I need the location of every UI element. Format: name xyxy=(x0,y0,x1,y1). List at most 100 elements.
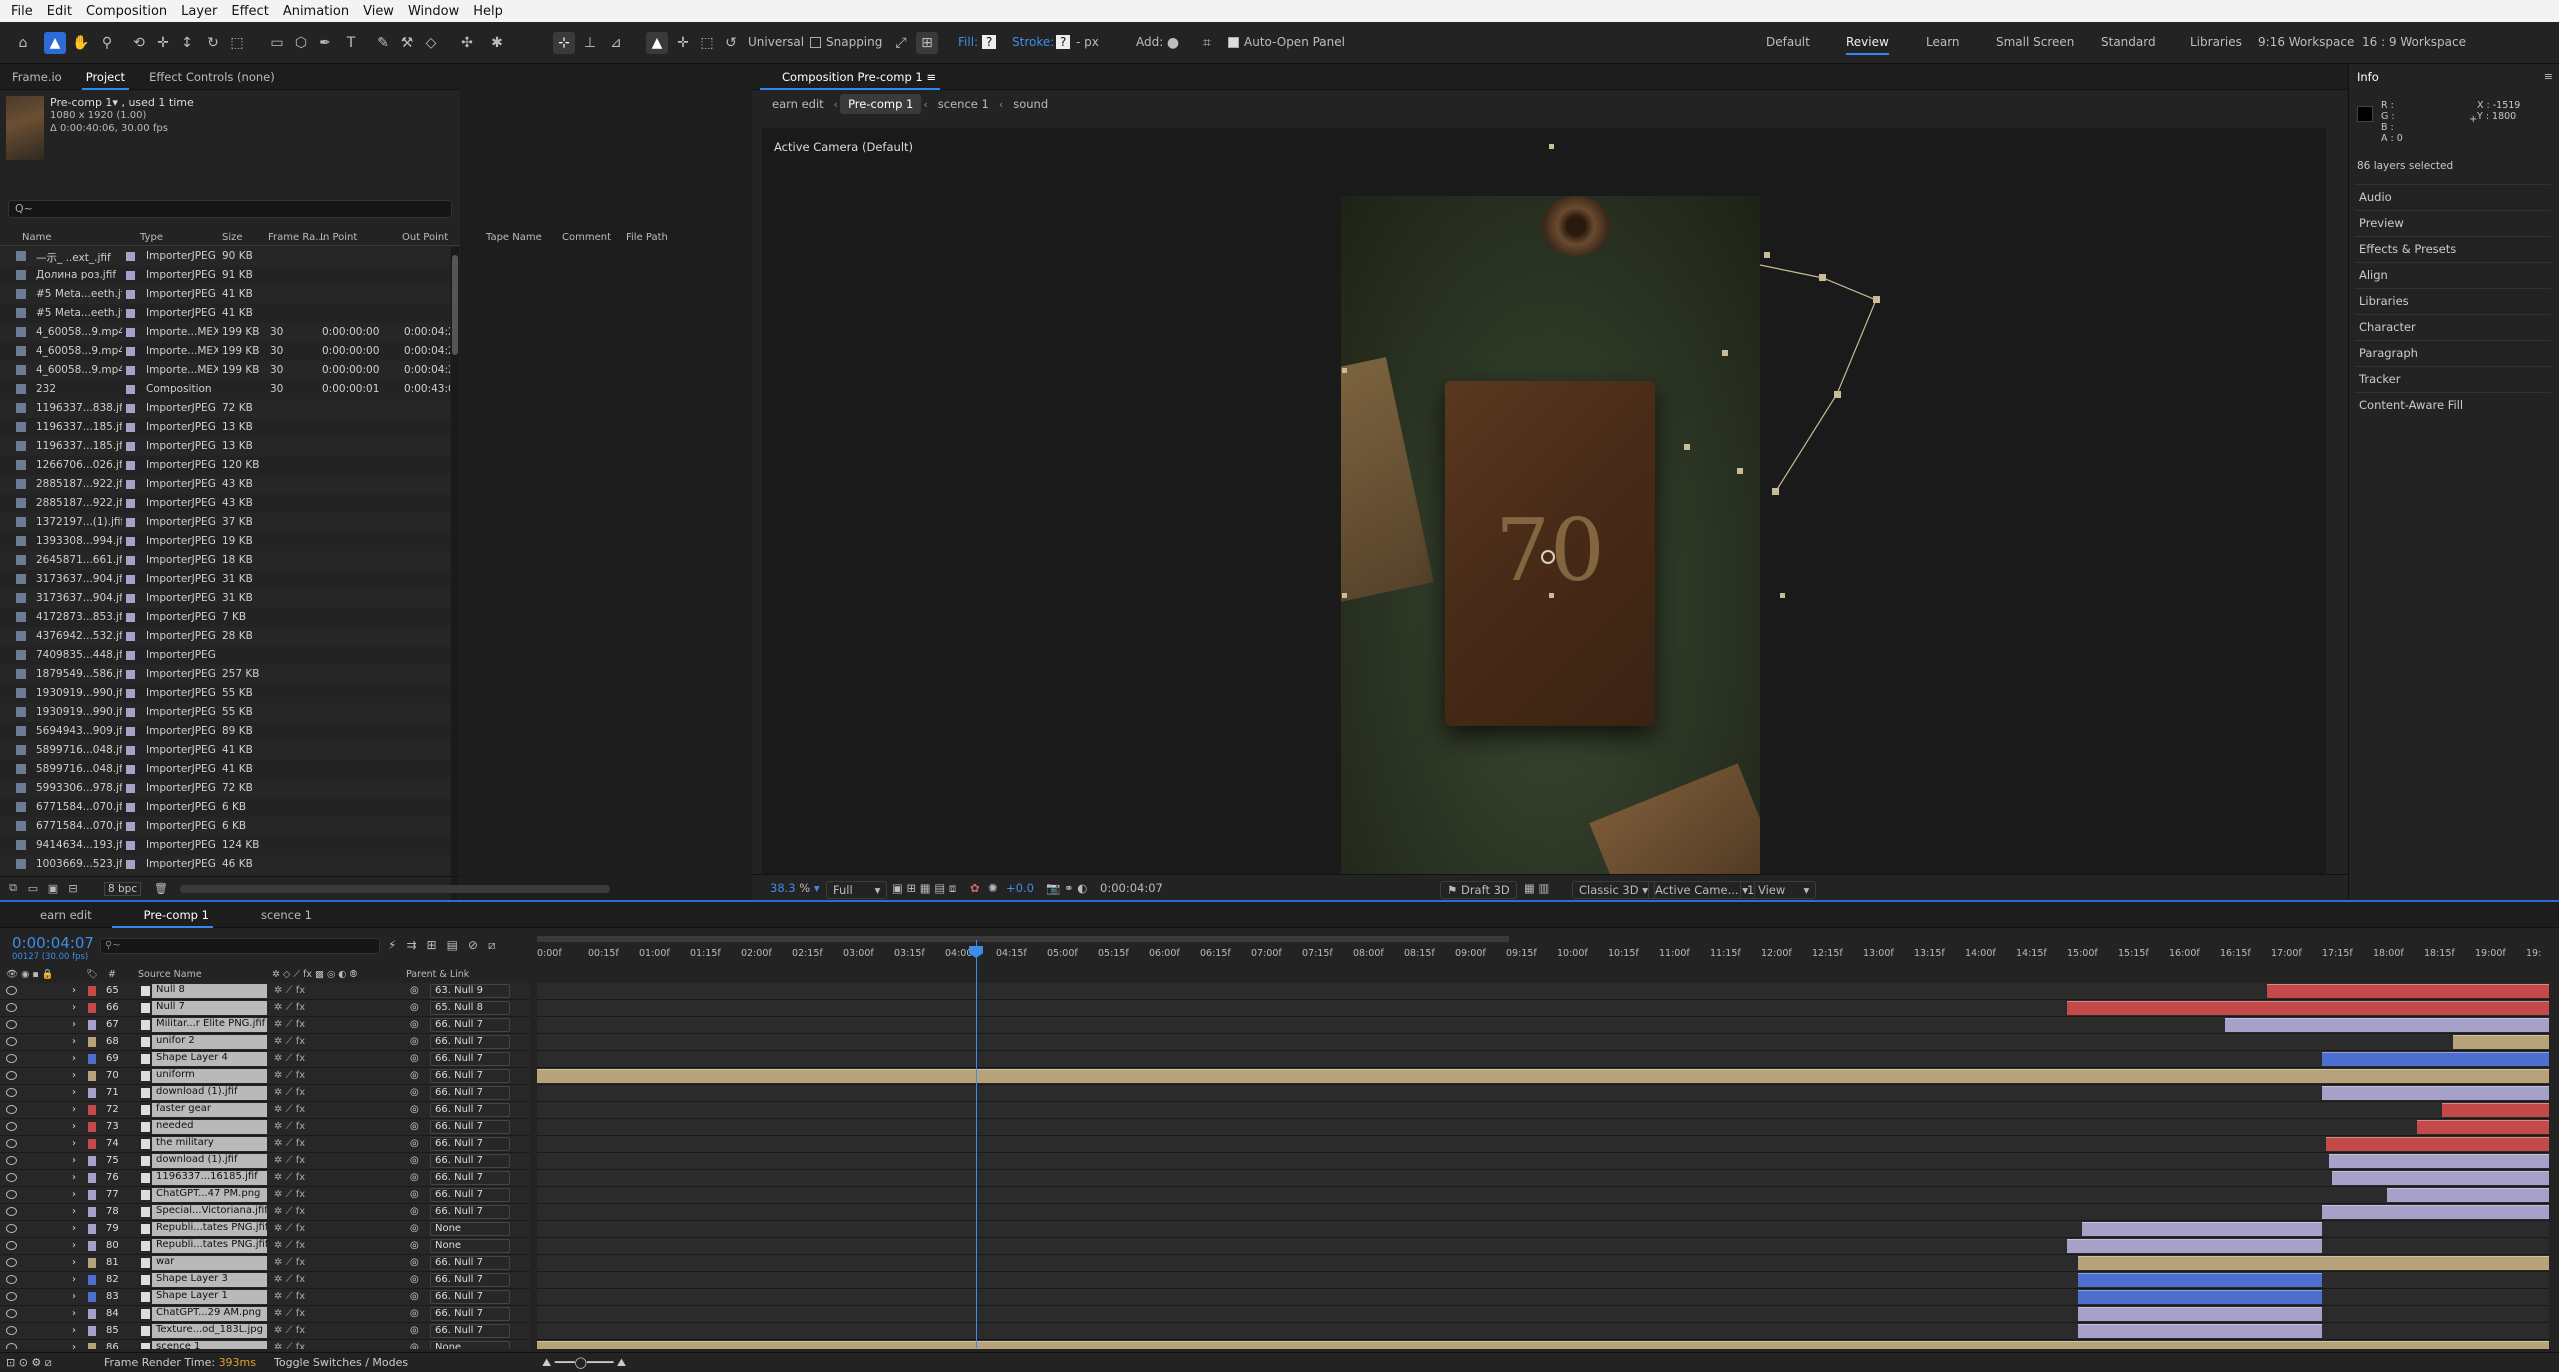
add-property-icon[interactable]: ● xyxy=(1162,32,1184,54)
layer-name[interactable]: Texture...od_183L.jpg xyxy=(152,1324,267,1338)
label-color-swatch[interactable] xyxy=(126,499,135,508)
parent-dropdown[interactable]: None xyxy=(430,1239,510,1253)
eye-icon[interactable] xyxy=(6,1292,17,1301)
panel-item-tracker[interactable]: Tracker xyxy=(2355,366,2551,388)
layer-duration-bar[interactable] xyxy=(2322,1086,2549,1100)
chevron-right-icon[interactable]: › xyxy=(72,1104,76,1115)
track-row[interactable] xyxy=(537,1204,2549,1221)
stroke-width[interactable]: - px xyxy=(1076,35,1099,49)
rotate-tool-icon[interactable]: ↻ xyxy=(202,32,224,54)
chevron-right-icon[interactable]: › xyxy=(72,1325,76,1336)
panel-item-character[interactable]: Character xyxy=(2355,314,2551,336)
label-color-swatch[interactable] xyxy=(126,575,135,584)
pick-whip-icon[interactable]: ◎ xyxy=(410,1036,419,1047)
auto-open-checkbox[interactable]: Auto-Open Panel xyxy=(1228,35,1345,49)
chevron-right-icon[interactable]: › xyxy=(72,1155,76,1166)
track-row[interactable] xyxy=(537,1153,2549,1170)
label-color-swatch[interactable] xyxy=(88,1190,96,1200)
list-item[interactable]: 5694943...909.jfifImporterJPEG89 KBD:\Re… xyxy=(0,722,450,741)
eye-icon[interactable] xyxy=(6,1190,17,1199)
layer-duration-bar[interactable] xyxy=(2082,1222,2322,1236)
panel-item-libraries[interactable]: Libraries xyxy=(2355,288,2551,310)
pan-behind-icon[interactable]: ⬚ xyxy=(226,32,248,54)
scroll-thumb[interactable] xyxy=(452,255,458,355)
parent-dropdown[interactable]: None xyxy=(430,1341,510,1349)
workspace-9-16-workspace[interactable]: 9:16 Workspace xyxy=(2258,35,2354,49)
label-color-swatch[interactable] xyxy=(126,423,135,432)
layer-name[interactable]: Shape Layer 1 xyxy=(152,1290,267,1304)
label-color-swatch[interactable] xyxy=(126,404,135,413)
list-item[interactable]: 4376942...532.jfifImporterJPEG28 KBD:\Re… xyxy=(0,627,450,646)
roto-brush-icon[interactable]: ✣ xyxy=(456,32,478,54)
eye-icon[interactable] xyxy=(6,1122,17,1131)
parent-dropdown[interactable]: 66. Null 7 xyxy=(430,1290,510,1304)
label-color-swatch[interactable] xyxy=(126,803,135,812)
list-item[interactable]: 2645871...661.jfifImporterJPEG18 KBD:\Re… xyxy=(0,551,450,570)
layer-row[interactable]: › 85 Texture...od_183L.jpg ✲ ⟋ fx ◎ 66. Null … xyxy=(0,1323,530,1340)
views-dropdown[interactable]: 1 View ▾ xyxy=(1740,881,1817,899)
layer-duration-bar[interactable] xyxy=(2442,1103,2549,1117)
layer-row[interactable]: › 86 scence 1 ✲ ⟋ fx ◎ None xyxy=(0,1340,530,1349)
workspace-standard[interactable]: Standard xyxy=(2101,35,2156,49)
chevron-right-icon[interactable]: › xyxy=(72,1189,76,1200)
eye-icon[interactable] xyxy=(6,1326,17,1335)
trash-icon[interactable]: 🗑 xyxy=(152,879,170,897)
view-axis-icon[interactable]: ⊿ xyxy=(605,32,627,54)
hand-tool-icon[interactable]: ✋ xyxy=(70,32,92,54)
list-item[interactable]: 1003669...523.jfifImporterJPEG46 KBD:\Re… xyxy=(0,855,450,874)
chevron-right-icon[interactable]: › xyxy=(72,1274,76,1285)
column-header[interactable]: Size xyxy=(222,232,243,243)
label-color-swatch[interactable] xyxy=(126,613,135,622)
eraser-tool-icon[interactable]: ◇ xyxy=(420,32,442,54)
track-row[interactable] xyxy=(537,1255,2549,1272)
list-item[interactable]: 1196337...838.jfifImporterJPEG72 KBD:\Re… xyxy=(0,399,450,418)
layer-name[interactable]: Republi...tates PNG.jfif xyxy=(152,1239,267,1253)
color-channel-icon[interactable]: ✿ xyxy=(970,881,980,895)
chevron-right-icon[interactable]: › xyxy=(72,1053,76,1064)
label-color-swatch[interactable] xyxy=(88,986,96,996)
layer-name[interactable]: Militar...r Elite PNG.jfif xyxy=(152,1018,267,1032)
label-color-swatch[interactable] xyxy=(126,290,135,299)
label-color-swatch[interactable] xyxy=(126,860,135,869)
label-color-swatch[interactable] xyxy=(126,385,135,394)
tab-composition[interactable]: Composition Pre-comp 1 ≡ xyxy=(752,64,948,90)
chevron-right-icon[interactable]: › xyxy=(72,1223,76,1234)
list-item[interactable]: 2885187...922.jfifImporterJPEG43 KBD:\Re… xyxy=(0,494,450,513)
layer-switches[interactable]: ✲ ⟋ fx xyxy=(274,1087,305,1098)
region-of-interest-icon[interactable]: ▣ ⊞ ▦ ▤ ⧈ xyxy=(892,881,956,896)
snapping-check-icon[interactable] xyxy=(810,37,821,48)
layer-row[interactable]: › 75 download (1).jfif ✲ ⟋ fx ◎ 66. Null 7 xyxy=(0,1153,530,1170)
pick-whip-icon[interactable]: ◎ xyxy=(410,1274,419,1285)
parent-dropdown[interactable]: 66. Null 7 xyxy=(430,1086,510,1100)
layer-switches[interactable]: ✲ ⟋ fx xyxy=(274,1002,305,1013)
track-row[interactable] xyxy=(537,1136,2549,1153)
puppet-pin-icon[interactable]: ✱ xyxy=(486,32,508,54)
layer-duration-bar[interactable] xyxy=(2078,1307,2322,1321)
pick-whip-icon[interactable]: ◎ xyxy=(410,985,419,996)
track-row[interactable] xyxy=(537,983,2549,1000)
parent-dropdown[interactable]: 66. Null 7 xyxy=(430,1205,510,1219)
label-color-swatch[interactable] xyxy=(126,328,135,337)
orbit-camera-icon[interactable]: ⟲ xyxy=(128,32,150,54)
label-color-swatch[interactable] xyxy=(88,1037,96,1047)
playhead[interactable] xyxy=(976,940,977,1348)
parent-dropdown[interactable]: 66. Null 7 xyxy=(430,1103,510,1117)
label-color-swatch[interactable] xyxy=(126,309,135,318)
list-item[interactable]: 3173637...904.jfifImporterJPEG31 KBD:\Re… xyxy=(0,589,450,608)
chevron-right-icon[interactable]: › xyxy=(72,1240,76,1251)
label-color-swatch[interactable] xyxy=(126,784,135,793)
layer-duration-bar[interactable] xyxy=(2078,1256,2549,1270)
label-color-swatch[interactable] xyxy=(126,518,135,527)
pick-whip-icon[interactable]: ◎ xyxy=(410,1342,419,1349)
list-item[interactable]: 5993306...978.jfifImporterJPEG72 KBD:\Re… xyxy=(0,779,450,798)
layer-switches[interactable]: ✲ ⟋ fx xyxy=(274,1291,305,1302)
frame-blend-icon[interactable]: ▤ xyxy=(447,938,458,953)
layer-switches[interactable]: ✲ ⟋ fx xyxy=(274,1155,305,1166)
panel-item-align[interactable]: Align xyxy=(2355,262,2551,284)
panel-menu-icon[interactable]: ≡ xyxy=(2544,70,2553,83)
chevron-right-icon[interactable]: › xyxy=(72,1121,76,1132)
label-color-swatch[interactable] xyxy=(88,1156,96,1166)
list-item[interactable]: Долина роз.jfifImporterJPEG91 KBD:\Reza.… xyxy=(0,266,450,285)
eye-icon[interactable] xyxy=(6,1241,17,1250)
layer-switches[interactable]: ✲ ⟋ fx xyxy=(274,1223,305,1234)
